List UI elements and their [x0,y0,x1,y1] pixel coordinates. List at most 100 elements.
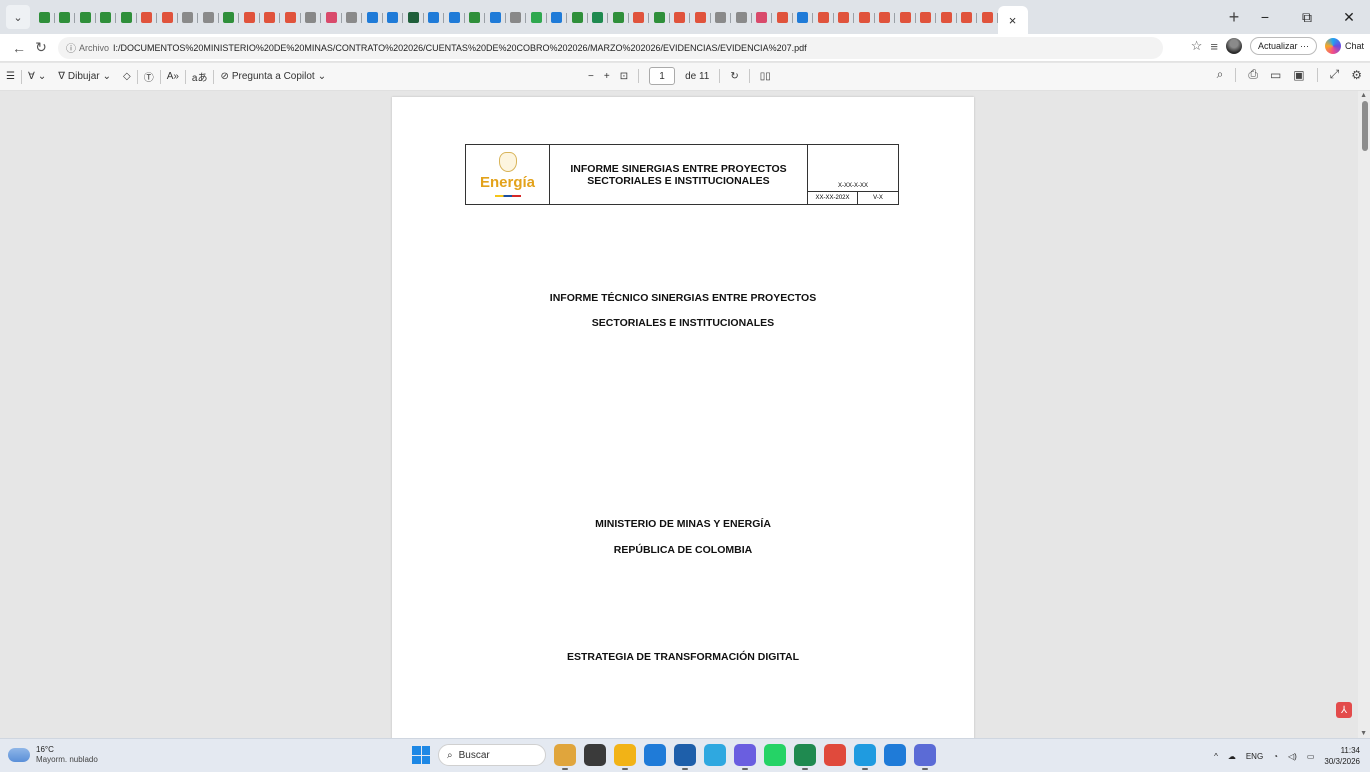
wifi-icon[interactable]: ◔ [1273,752,1278,761]
browser-tab[interactable] [629,5,650,29]
profile-avatar[interactable] [1225,38,1242,54]
taskbar-search[interactable]: ⌕ Buscar [438,744,546,766]
browser-tab[interactable] [424,5,445,29]
text-box-icon[interactable]: Ⓣ [138,69,160,84]
scroll-thumb[interactable] [1362,101,1368,151]
update-button[interactable]: Actualizar ··· [1249,37,1317,55]
save-icon[interactable]: ▭ [1270,68,1281,82]
browser-tab[interactable] [280,5,301,29]
contents-icon[interactable]: ☰ [0,71,21,82]
search-icon[interactable]: ⌕ [1217,67,1224,82]
browser-tab[interactable] [342,5,363,29]
fullscreen-icon[interactable]: ⤢ [1330,67,1340,82]
info-icon[interactable]: ⓘ [66,40,76,55]
minimize-button[interactable]: − [1244,0,1286,34]
browser-tab[interactable] [731,5,752,29]
draw-tool[interactable]: ∇ Dibujar ⌄ [52,71,117,82]
fit-page-icon[interactable]: ⊡ [620,71,628,82]
zoom-in-button[interactable]: + [604,71,610,82]
browser-tab[interactable] [96,5,117,29]
browser-tab[interactable] [34,5,55,29]
browser-tab[interactable] [137,5,158,29]
onedrive-icon[interactable]: ☁ [1228,752,1236,761]
browser-tab[interactable] [854,5,875,29]
taskbar-app-icon[interactable] [614,744,636,770]
battery-icon[interactable]: ▭ [1307,752,1315,761]
back-arrow-icon[interactable]: ← [8,40,30,56]
browser-tab[interactable] [55,5,76,29]
browser-tab[interactable] [383,5,404,29]
restore-button[interactable]: ⧉ [1286,0,1328,34]
browser-tab[interactable] [321,5,342,29]
browser-tab[interactable] [444,5,465,29]
browser-tab[interactable] [465,5,486,29]
taskbar-app-icon[interactable] [704,744,726,766]
page-view-icon[interactable]: ▯▯ [760,71,771,82]
taskbar-app-icon[interactable] [854,744,876,770]
taskbar-app-icon[interactable] [884,744,906,766]
browser-tab[interactable] [793,5,814,29]
pdf-viewer[interactable]: Energía INFORME SINERGIAS ENTRE PROYECTO… [0,91,1370,738]
browser-tab[interactable] [301,5,322,29]
browser-tab[interactable] [547,5,568,29]
browser-tab[interactable] [198,5,219,29]
browser-tab[interactable] [116,5,137,29]
browser-tab[interactable] [772,5,793,29]
taskbar-app-icon[interactable] [734,744,756,770]
browser-tab[interactable] [916,5,937,29]
browser-tab[interactable] [219,5,240,29]
browser-tab[interactable] [936,5,957,29]
zoom-out-button[interactable]: − [588,71,594,82]
browser-tab[interactable] [526,5,547,29]
browser-tab[interactable] [977,5,998,29]
taskbar-app-icon[interactable] [584,744,606,766]
browser-tab[interactable] [588,5,609,29]
read-aloud-icon[interactable]: A» [161,71,185,82]
favorite-star-icon[interactable]: ☆ [1191,38,1203,54]
tab-close-icon[interactable]: × [1009,13,1017,28]
browser-tab[interactable] [260,5,281,29]
settings-gear-icon[interactable]: ⚙ [1351,68,1362,82]
highlight-tool[interactable]: ∀ ⌄ [22,71,52,82]
clock[interactable]: 11:34 30/3/2026 [1324,745,1360,767]
volume-icon[interactable]: ◁) [1288,752,1297,761]
copilot-ask[interactable]: ⊘ Pregunta a Copilot ⌄ [214,71,332,82]
browser-tab[interactable] [711,5,732,29]
taskbar-app-icon[interactable] [674,744,696,770]
browser-tab[interactable] [813,5,834,29]
browser-tab[interactable] [567,5,588,29]
browser-tab[interactable] [957,5,978,29]
taskbar-app-icon[interactable] [824,744,846,766]
taskbar-app-icon[interactable] [644,744,666,766]
browser-tab[interactable] [834,5,855,29]
taskbar-app-icon[interactable] [914,744,936,770]
browser-tab[interactable] [506,5,527,29]
browser-tab[interactable] [690,5,711,29]
active-tab[interactable]: × [997,6,1028,34]
browser-tab[interactable] [362,5,383,29]
eraser-icon[interactable]: ◇ [117,71,137,82]
url-text[interactable]: I:/DOCUMENTOS%20MINISTERIO%20DE%20MINAS/… [113,43,807,53]
copilot-chat-button[interactable]: Chat [1324,38,1364,54]
browser-tab[interactable] [752,5,773,29]
refresh-icon[interactable]: ↻ [30,39,52,56]
acrobat-icon[interactable]: ⅄ [1336,702,1352,718]
vertical-scrollbar[interactable]: ▲ ▼ [1358,91,1370,738]
weather-widget[interactable]: 16°C Mayorm. nublado [8,745,98,765]
print-icon[interactable]: ⎙ [1248,67,1258,82]
translate-icon[interactable]: aあ [186,69,214,84]
taskbar-app-icon[interactable] [554,744,576,770]
start-button[interactable] [412,746,430,764]
browser-tab[interactable] [239,5,260,29]
browser-tab[interactable] [403,5,424,29]
browser-tab[interactable] [75,5,96,29]
tab-actions-chevron-icon[interactable]: ⌄ [6,5,30,29]
url-field[interactable]: ⓘ Archivo I:/DOCUMENTOS%20MINISTERIO%20D… [58,36,1163,59]
browser-tab[interactable] [875,5,896,29]
browser-tab[interactable] [485,5,506,29]
favorites-list-icon[interactable]: ≡ [1210,39,1218,54]
browser-tab[interactable] [157,5,178,29]
rotate-icon[interactable]: ↻ [730,71,738,82]
browser-tab[interactable] [178,5,199,29]
taskbar-app-icon[interactable] [794,744,816,770]
